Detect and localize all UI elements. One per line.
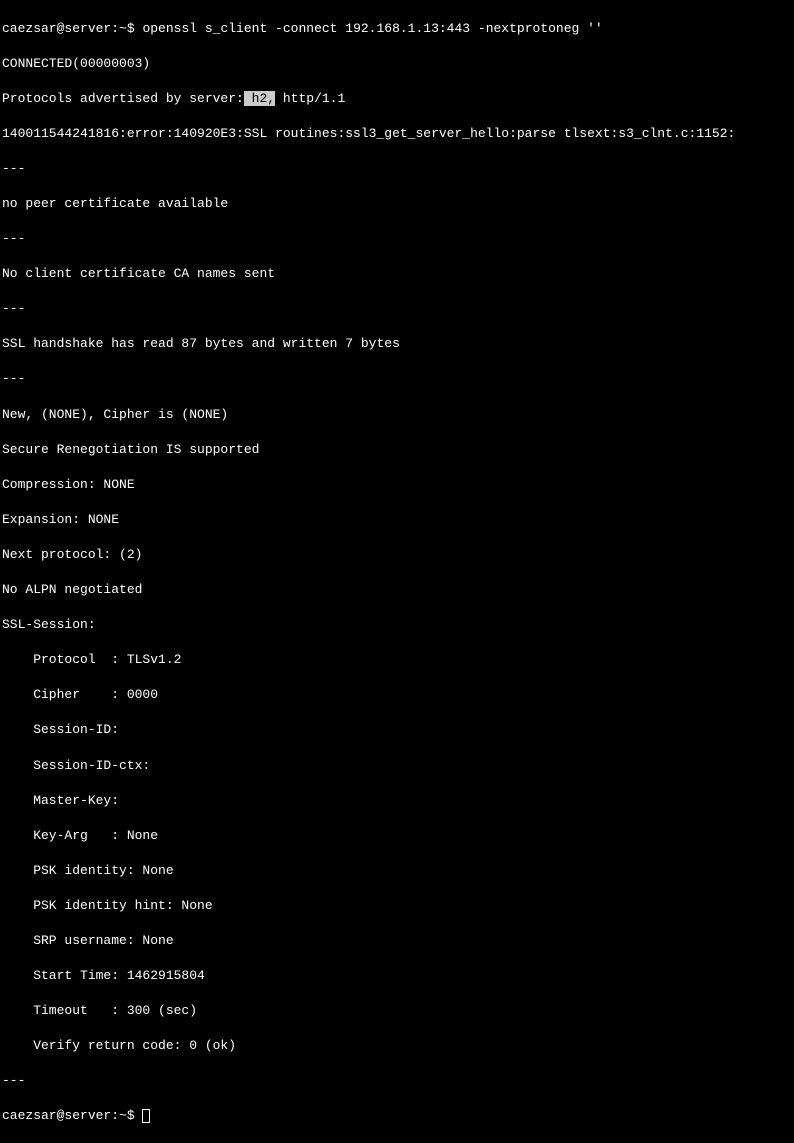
output-handshake: SSL handshake has read 87 bytes and writ… bbox=[2, 335, 792, 353]
output-no-peer: no peer certificate available bbox=[2, 195, 792, 213]
output-expansion: Expansion: NONE bbox=[2, 511, 792, 529]
output-secure-reneg: Secure Renegotiation IS supported bbox=[2, 441, 792, 459]
output-cipher: Cipher : 0000 bbox=[2, 686, 792, 704]
output-no-client: No client certificate CA names sent bbox=[2, 265, 792, 283]
output-protocols: Protocols advertised by server: h2, http… bbox=[2, 90, 792, 108]
output-protocol: Protocol : TLSv1.2 bbox=[2, 651, 792, 669]
output-no-alpn: No ALPN negotiated bbox=[2, 581, 792, 599]
output-new-cipher: New, (NONE), Cipher is (NONE) bbox=[2, 406, 792, 424]
output-start-time: Start Time: 1462915804 bbox=[2, 967, 792, 985]
output-ssl-session: SSL-Session: bbox=[2, 616, 792, 634]
output-sep2: --- bbox=[2, 230, 792, 248]
cursor-icon bbox=[142, 1109, 150, 1123]
output-srp: SRP username: None bbox=[2, 932, 792, 950]
output-timeout: Timeout : 300 (sec) bbox=[2, 1002, 792, 1020]
output-next-proto: Next protocol: (2) bbox=[2, 546, 792, 564]
prompt-user-2: caezsar@server bbox=[2, 1108, 111, 1123]
prompt-line-1: caezsar@server:~$ openssl s_client -conn… bbox=[2, 20, 792, 38]
output-psk-identity: PSK identity: None bbox=[2, 862, 792, 880]
prompt-line-2[interactable]: caezsar@server:~$ bbox=[2, 1107, 792, 1125]
protocols-highlight: h2, bbox=[244, 91, 275, 106]
prompt-path-2: :~$ bbox=[111, 1108, 142, 1123]
output-sep4: --- bbox=[2, 370, 792, 388]
output-session-id: Session-ID: bbox=[2, 721, 792, 739]
output-verify: Verify return code: 0 (ok) bbox=[2, 1037, 792, 1055]
output-key-arg: Key-Arg : None bbox=[2, 827, 792, 845]
output-master-key: Master-Key: bbox=[2, 792, 792, 810]
output-sep1: --- bbox=[2, 160, 792, 178]
output-psk-hint: PSK identity hint: None bbox=[2, 897, 792, 915]
output-connected: CONNECTED(00000003) bbox=[2, 55, 792, 73]
output-sep5: --- bbox=[2, 1072, 792, 1090]
output-error: 140011544241816:error:140920E3:SSL routi… bbox=[2, 125, 792, 143]
protocols-prefix: Protocols advertised by server: bbox=[2, 91, 244, 106]
output-compression: Compression: NONE bbox=[2, 476, 792, 494]
prompt-path: :~$ bbox=[111, 21, 142, 36]
terminal-output[interactable]: caezsar@server:~$ openssl s_client -conn… bbox=[2, 2, 792, 1143]
prompt-user: caezsar@server bbox=[2, 21, 111, 36]
protocols-suffix: http/1.1 bbox=[275, 91, 345, 106]
command-text: openssl s_client -connect 192.168.1.13:4… bbox=[142, 21, 602, 36]
output-session-id-ctx: Session-ID-ctx: bbox=[2, 757, 792, 775]
output-sep3: --- bbox=[2, 300, 792, 318]
